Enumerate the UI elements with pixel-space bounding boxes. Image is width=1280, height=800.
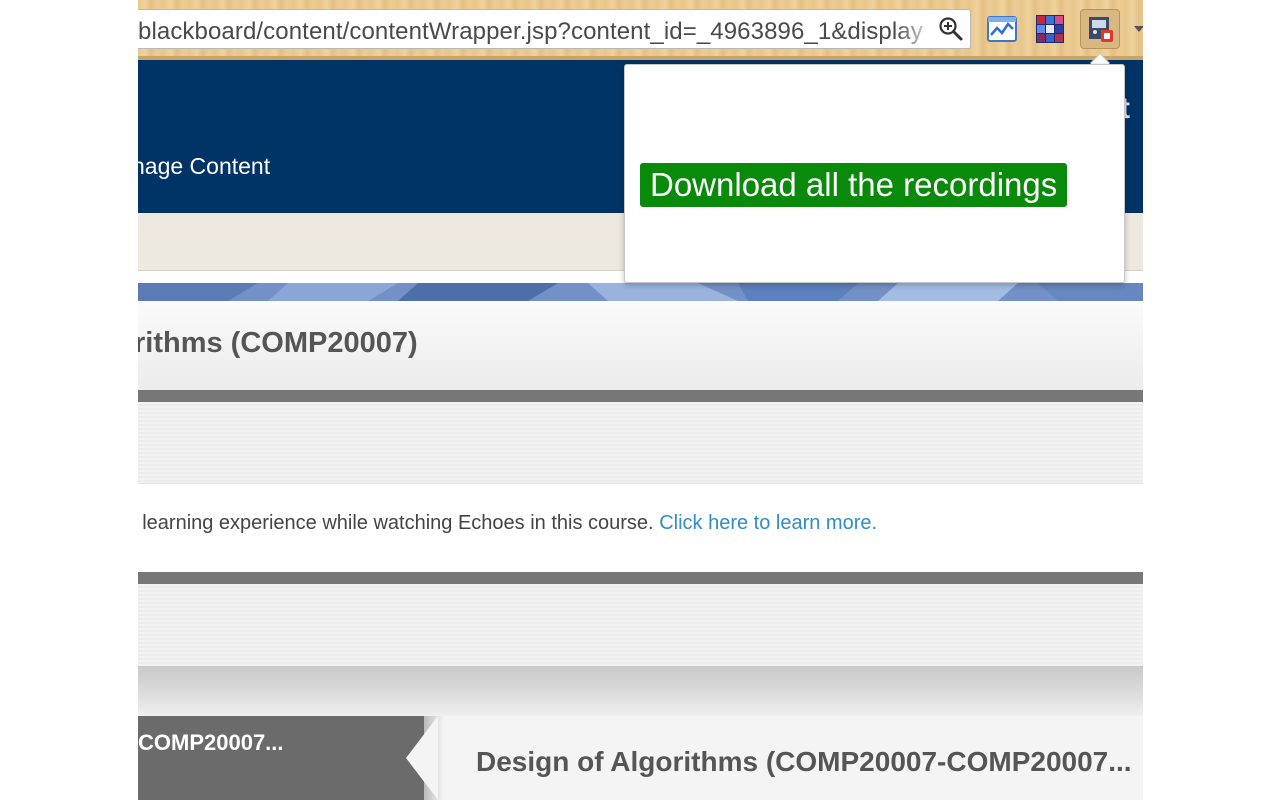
echo-notice: r learning experience while watching Ech… bbox=[138, 486, 1143, 572]
striped-panel bbox=[138, 584, 1143, 666]
extension-popup: Download all the recordings bbox=[624, 64, 1125, 283]
address-bar[interactable]: blackboard/content/contentWrapper.jsp?co… bbox=[138, 9, 971, 49]
manage-content-link[interactable]: nage Content bbox=[138, 153, 270, 180]
course-tab-label[interactable]: COMP20007... bbox=[138, 730, 284, 756]
browser-toolbar: blackboard/content/contentWrapper.jsp?co… bbox=[138, 0, 1143, 60]
content-title: Design of Algorithms (COMP20007-COMP2000… bbox=[476, 746, 1132, 777]
notice-text: r learning experience while watching Ech… bbox=[138, 512, 877, 535]
section-divider bbox=[138, 390, 1143, 402]
tab-notch bbox=[406, 716, 438, 800]
download-all-recordings-button[interactable]: Download all the recordings bbox=[640, 163, 1068, 207]
mosaic-extension-icon[interactable] bbox=[1030, 9, 1070, 49]
chart-extension-icon[interactable] bbox=[982, 9, 1022, 49]
zoom-in-icon[interactable] bbox=[938, 16, 964, 42]
gradient-band bbox=[138, 666, 1143, 716]
url-fade bbox=[896, 10, 936, 48]
chevron-down-icon[interactable] bbox=[1134, 26, 1143, 32]
echo-downloader-extension-icon[interactable] bbox=[1080, 9, 1120, 49]
course-title-section: rithms (COMP20007) bbox=[138, 301, 1143, 390]
content-area: Design of Algorithms (COMP20007-COMP2000… bbox=[444, 716, 1143, 800]
course-banner bbox=[138, 283, 1143, 301]
learn-more-link[interactable]: Click here to learn more. bbox=[659, 512, 877, 534]
notice-message: r learning experience while watching Ech… bbox=[138, 512, 654, 534]
browser-viewport: blackboard/content/contentWrapper.jsp?co… bbox=[138, 0, 1143, 800]
url-text[interactable]: blackboard/content/contentWrapper.jsp?co… bbox=[138, 18, 923, 46]
section-divider bbox=[138, 572, 1143, 584]
page-title: rithms (COMP20007) bbox=[138, 327, 418, 359]
course-menu-tab[interactable]: COMP20007... bbox=[138, 716, 428, 800]
striped-panel bbox=[138, 402, 1143, 484]
